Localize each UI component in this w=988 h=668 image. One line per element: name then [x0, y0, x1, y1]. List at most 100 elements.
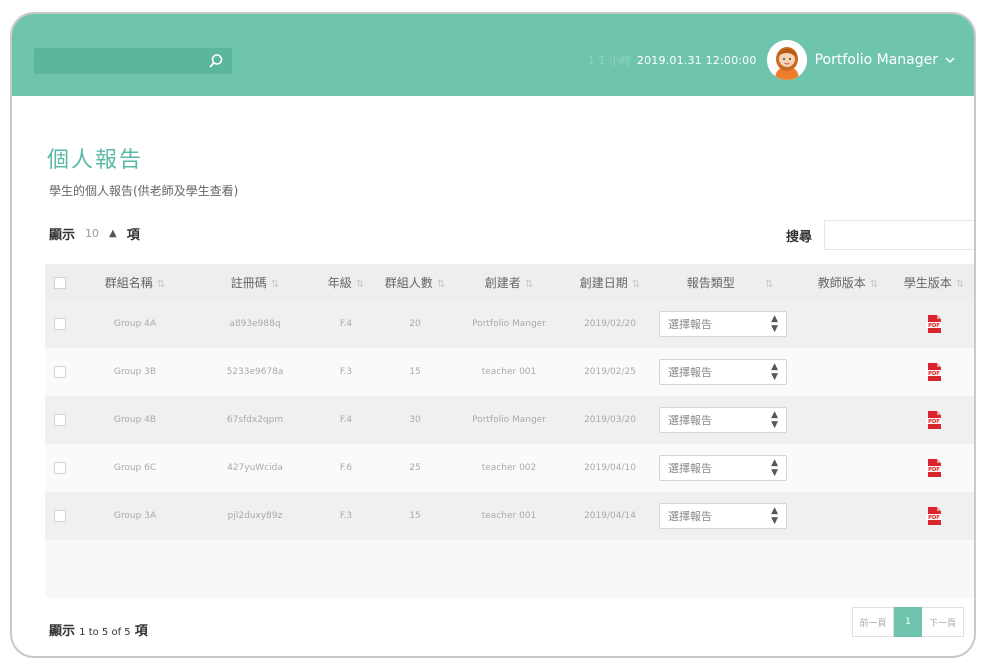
sort-icon: ⇅ — [869, 278, 879, 290]
header-date[interactable]: 創建日期 ⇅ — [565, 264, 655, 300]
report-type-select[interactable]: 選擇報告 ▲ ▼ — [659, 503, 787, 529]
sort-icon: ⇅ — [270, 278, 280, 290]
show-label: 顯示 — [49, 227, 76, 243]
cell-code: 427yuWcida — [195, 444, 315, 492]
cell-group-name: Group 3A — [75, 492, 195, 540]
row-select-cell[interactable] — [45, 300, 75, 348]
cell-report-type: 選擇報告 ▲ ▼ — [655, 492, 891, 540]
header-count[interactable]: 群組人數 ⇅ — [377, 264, 453, 300]
cell-report-type: 選擇報告 ▲ ▼ — [655, 348, 891, 396]
row-select-cell[interactable] — [45, 492, 75, 540]
cell-grade: F.6 — [315, 444, 377, 492]
user-name[interactable]: Portfolio Manager — [815, 52, 938, 68]
header-code[interactable]: 註冊碼 ⇅ — [195, 264, 315, 300]
row-select-cell[interactable] — [45, 444, 75, 492]
select-arrows-icon: ▲ ▼ — [771, 410, 778, 430]
cell-grade: F.3 — [315, 348, 377, 396]
chevron-down-icon[interactable] — [944, 54, 956, 66]
select-arrows-icon: ▲ ▼ — [771, 362, 778, 382]
cell-creator: teacher 001 — [453, 492, 565, 540]
pdf-icon[interactable]: PDF — [926, 459, 942, 477]
table-row: Group 3B 5233e9678a F.3 15 teacher 001 2019/0… — [45, 348, 974, 396]
row-checkbox[interactable] — [54, 318, 66, 330]
select-arrows-icon: ▲ ▼ — [771, 506, 778, 526]
cell-date: 2019/04/10 — [565, 444, 655, 492]
svg-text:PDF: PDF — [928, 371, 940, 377]
cell-code: 5233e9678a — [195, 348, 315, 396]
search-icon[interactable] — [208, 53, 224, 69]
items-label: 項 — [126, 227, 140, 243]
cell-date: 2019/04/14 — [565, 492, 655, 540]
prev-page-button[interactable]: 前一頁 — [852, 607, 894, 637]
sort-icon: ⇅ — [436, 278, 446, 290]
report-type-select[interactable]: 選擇報告 ▲ ▼ — [659, 359, 787, 385]
select-all-checkbox[interactable] — [54, 276, 66, 289]
svg-text:PDF: PDF — [928, 515, 940, 521]
avatar[interactable] — [766, 40, 807, 80]
row-checkbox[interactable] — [54, 366, 66, 378]
pdf-icon[interactable]: PDF — [926, 411, 942, 429]
cell-group-name: Group 6C — [75, 444, 195, 492]
header-select-all[interactable] — [45, 264, 75, 300]
search-input[interactable] — [34, 48, 232, 74]
row-checkbox[interactable] — [54, 414, 66, 426]
header-student-version[interactable]: 學生版本 ⇅ — [891, 264, 974, 300]
pagination: 前一頁 1 下一頁 — [852, 607, 964, 637]
pdf-icon[interactable]: PDF — [926, 315, 942, 333]
header-report-type[interactable]: 報告類型 ⇅ — [655, 264, 805, 300]
select-arrows-icon: ▲ ▼ — [771, 314, 778, 334]
svg-text:PDF: PDF — [928, 323, 940, 329]
cell-count: 15 — [377, 348, 453, 396]
cell-teacher-version: PDF — [891, 396, 974, 444]
page-length-select[interactable]: 10 ▲ — [85, 227, 117, 240]
report-type-placeholder: 選擇報告 — [668, 414, 712, 427]
cell-teacher-version: PDF — [891, 300, 974, 348]
header-grade[interactable]: 年級 ⇅ — [315, 264, 377, 300]
report-type-placeholder: 選擇報告 — [668, 462, 712, 475]
header-group-name[interactable]: 群組名稱 ⇅ — [75, 264, 195, 300]
row-select-cell[interactable] — [45, 348, 75, 396]
report-type-select[interactable]: 選擇報告 ▲ ▼ — [659, 455, 787, 481]
stepper-arrows-icon: ▲ — [109, 227, 117, 239]
sort-icon: ⇅ — [355, 278, 365, 290]
cell-count: 15 — [377, 492, 453, 540]
header-creator[interactable]: 創建者 ⇅ — [453, 264, 565, 300]
svg-text:PDF: PDF — [928, 467, 940, 473]
next-page-button[interactable]: 下一頁 — [922, 607, 964, 637]
cell-group-name: Group 3B — [75, 348, 195, 396]
cell-count: 25 — [377, 444, 453, 492]
pdf-icon[interactable]: PDF — [926, 363, 942, 381]
report-type-placeholder: 選擇報告 — [668, 318, 712, 331]
cell-code: pjl2duxy89z — [195, 492, 315, 540]
report-type-select[interactable]: 選擇報告 ▲ ▼ — [659, 407, 787, 433]
report-type-select[interactable]: 選擇報告 ▲ ▼ — [659, 311, 787, 337]
cell-teacher-version: PDF — [891, 444, 974, 492]
page-title: 個人報告 — [47, 148, 144, 173]
sort-icon: ⇅ — [631, 278, 641, 290]
table-info: 顯示 1 to 5 of 5 項 — [49, 620, 148, 639]
pdf-icon[interactable]: PDF — [926, 507, 942, 525]
sort-icon: ⇅ — [156, 278, 166, 290]
header-teacher-version[interactable]: 教師版本 ⇅ — [805, 264, 891, 300]
report-type-placeholder: 選擇報告 — [668, 510, 712, 523]
length-control: 顯示 10 ▲ 項 — [49, 220, 140, 246]
row-select-cell[interactable] — [45, 396, 75, 444]
table-row: Group 3A pjl2duxy89z F.3 15 teacher 001 2019/… — [45, 492, 974, 540]
cell-grade: F.3 — [315, 492, 377, 540]
current-datetime: 2019.01.31 12:00:00 — [636, 53, 757, 67]
select-arrows-icon: ▲ ▼ — [771, 458, 778, 478]
table-header-row: 群組名稱 ⇅ 註冊碼 ⇅ 年級 ⇅ 群組人數 ⇅ 創建者 ⇅ 創建日期 ⇅ 報告類型 ⇅ 教師… — [45, 264, 974, 300]
cell-report-type: 選擇報告 ▲ ▼ — [655, 396, 891, 444]
footer-items-label: 項 — [134, 624, 148, 639]
top-bar: 1 1 小時 2019.01.31 12:00:00 Portfolio Man… — [12, 14, 974, 96]
table-search-input[interactable] — [824, 220, 974, 250]
cell-report-type: 選擇報告 ▲ ▼ — [655, 444, 891, 492]
svg-text:PDF: PDF — [928, 419, 940, 425]
row-checkbox[interactable] — [54, 510, 66, 522]
table-row: Group 6C 427yuWcida F.6 25 teacher 002 2019/0… — [45, 444, 974, 492]
cell-code: 67sfdx2qpm — [195, 396, 315, 444]
row-checkbox[interactable] — [54, 462, 66, 474]
table-row: Group 4B 67sfdx2qpm F.4 30 Portfolio Manger 2… — [45, 396, 974, 444]
table-search: 搜尋 — [786, 220, 974, 250]
page-1-button[interactable]: 1 — [894, 607, 922, 637]
